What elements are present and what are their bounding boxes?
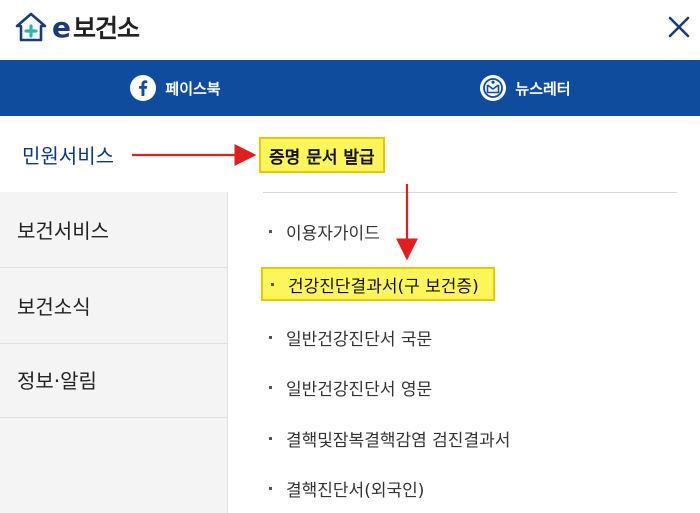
- bullet-icon: [269, 335, 272, 339]
- submenu-item-tuberculosis-foreigner[interactable]: 결핵진단서(외국인): [269, 471, 424, 505]
- submenu-item-label: 건강진단결과서(구 보건증): [288, 276, 479, 297]
- facebook-icon: [130, 75, 157, 101]
- submenu-item-user-guide[interactable]: 이용자가이드: [269, 214, 380, 248]
- bullet-icon: [269, 229, 272, 233]
- submenu-item-general-health-korean[interactable]: 일반건강진단서 국문: [269, 320, 432, 354]
- submenu-item-label: 일반건강진단서 국문: [286, 329, 433, 350]
- social-bar: 페이스북 뉴스레터: [0, 60, 700, 116]
- bullet-icon: [269, 385, 272, 389]
- facebook-label: 페이스북: [165, 79, 221, 98]
- sidebar-item-label: 정보·알림: [17, 369, 97, 393]
- close-icon: [668, 16, 690, 38]
- header: e 보건소: [0, 0, 700, 58]
- submenu-item-label: 일반건강진단서 영문: [286, 379, 433, 400]
- sidebar-item-health-service[interactable]: 보건서비스: [0, 192, 228, 268]
- submenu-item-label: 결핵및잠복결핵감염 검진결과서: [286, 430, 511, 451]
- newsletter-icon: [480, 75, 507, 101]
- sidebar: 민원서비스 보건서비스 보건소식 정보·알림: [0, 116, 229, 513]
- bullet-icon: [269, 486, 272, 490]
- newsletter-label: 뉴스레터: [515, 79, 571, 98]
- sidebar-item-label: 보건소식: [17, 295, 91, 319]
- sidebar-item-civil-service[interactable]: 민원서비스: [0, 116, 229, 192]
- bullet-icon: [269, 436, 272, 440]
- logo-text: 보건소: [73, 13, 140, 43]
- submenu-item-label: 이용자가이드: [286, 223, 380, 244]
- sidebar-item-label: 보건서비스: [17, 219, 109, 243]
- bullet-icon: [271, 282, 274, 286]
- home-plus-icon: [15, 12, 47, 42]
- section-title-certificate-issue[interactable]: 증명 문서 발급: [259, 137, 385, 173]
- close-button[interactable]: [664, 10, 694, 44]
- submenu-item-label: 결핵진단서(외국인): [286, 480, 425, 501]
- sidebar-item-health-news[interactable]: 보건소식: [0, 268, 228, 344]
- divider: [263, 192, 677, 193]
- facebook-link[interactable]: 페이스북: [0, 60, 350, 116]
- submenu-panel: 증명 문서 발급 이용자가이드 건강진단결과서(구 보건증) 일반건강진단서 국…: [229, 116, 700, 513]
- submenu-item-tuberculosis-result[interactable]: 결핵및잠복결핵감염 검진결과서: [269, 421, 510, 455]
- submenu-item-general-health-english[interactable]: 일반건강진단서 영문: [269, 370, 432, 404]
- submenu-item-health-certificate[interactable]: 건강진단결과서(구 보건증): [261, 267, 495, 301]
- sidebar-item-label: 민원서비스: [22, 143, 114, 168]
- newsletter-link[interactable]: 뉴스레터: [350, 60, 700, 116]
- sidebar-item-info-notice[interactable]: 정보·알림: [0, 342, 228, 418]
- logo-e: e: [52, 11, 71, 44]
- logo[interactable]: e 보건소: [14, 10, 140, 46]
